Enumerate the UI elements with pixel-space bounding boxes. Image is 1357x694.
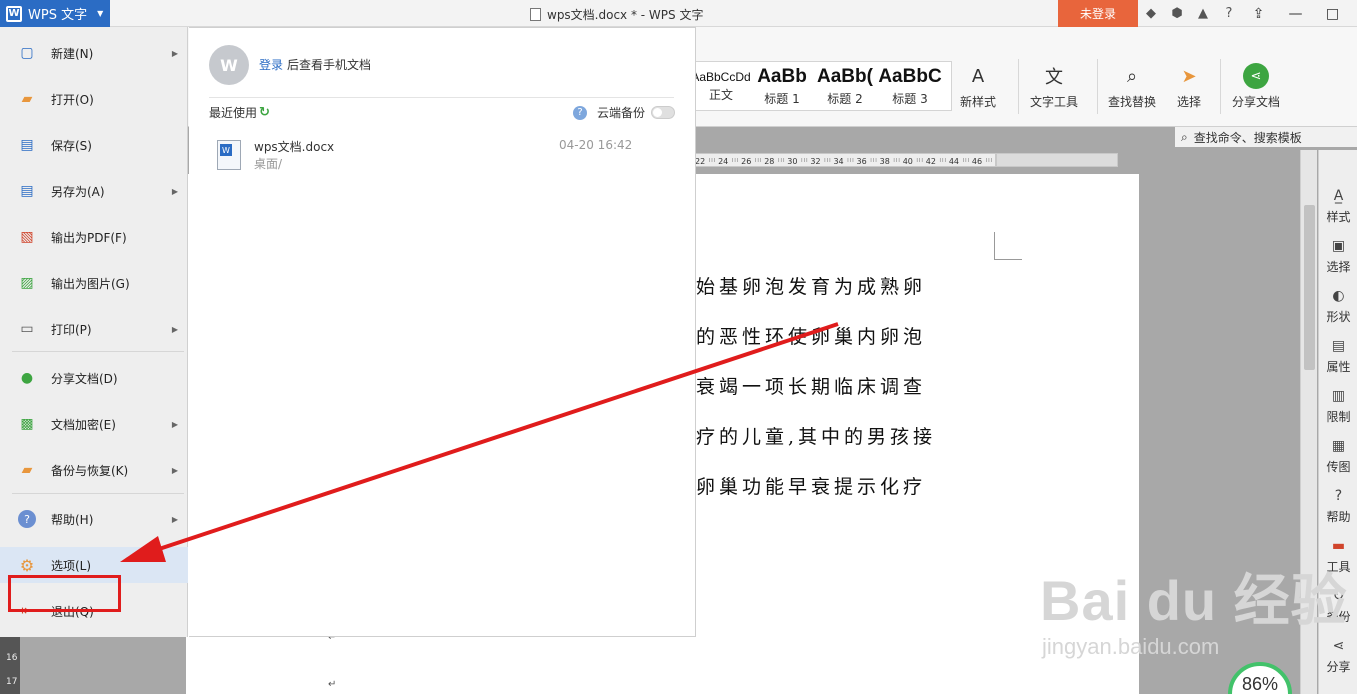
annotation-arrow xyxy=(120,322,839,562)
